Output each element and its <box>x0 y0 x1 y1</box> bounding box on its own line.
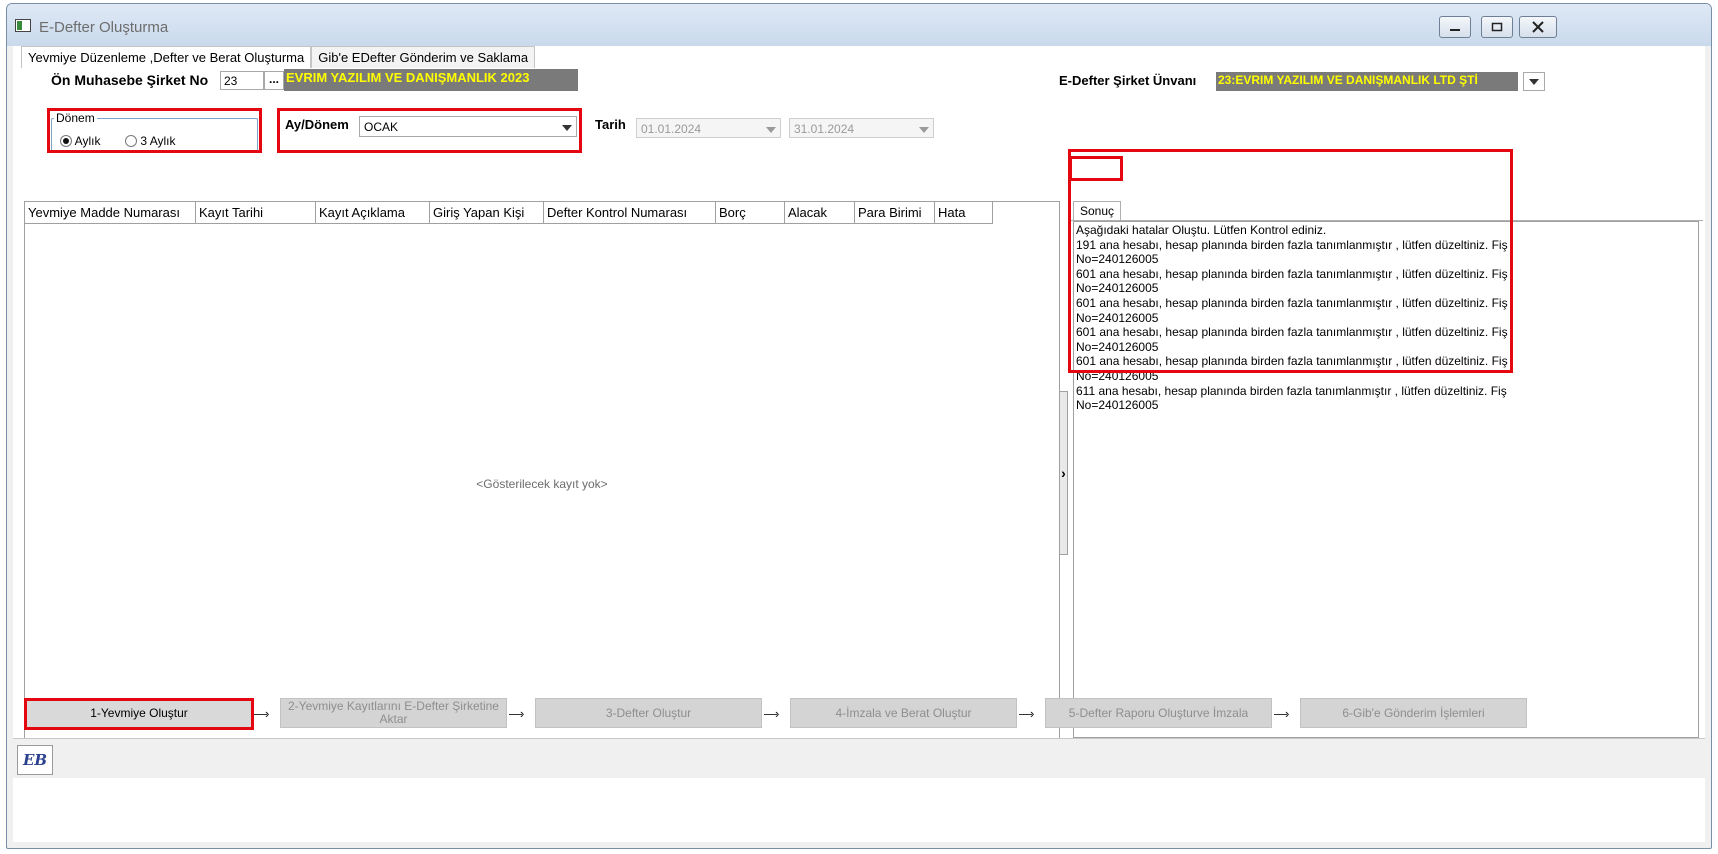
arrow-right-icon: —› <box>764 706 779 721</box>
grid-header: Yevmiye Madde Numarası Kayıt Tarihi Kayı… <box>25 202 993 224</box>
arrow-right-icon: —› <box>1019 706 1034 721</box>
app-window: E-Defter Oluşturma Yevmiye Düzenleme ,De… <box>6 3 1712 849</box>
edefter-company-select[interactable]: 23:EVRIM YAZILIM VE DANIŞMANLIK LTD ŞTİ <box>1216 72 1518 91</box>
window-title: E-Defter Oluşturma <box>39 19 169 36</box>
close-button[interactable] <box>1519 16 1557 38</box>
chevron-down-icon <box>766 127 776 133</box>
company-name-display: EVRIM YAZILIM VE DANIŞMANLIK 2023 <box>284 69 578 91</box>
title-bar: E-Defter Oluşturma <box>7 4 1711 46</box>
minimize-icon <box>1450 29 1460 31</box>
edefter-company-label: E-Defter Şirket Ünvanı <box>1059 73 1197 88</box>
status-bar: EB <box>13 738 1705 778</box>
highlight-period <box>47 108 262 153</box>
col-kayit-aciklama[interactable]: Kayıt Açıklama <box>316 202 430 224</box>
highlight-step-1 <box>24 698 254 730</box>
step-defter-olustur[interactable]: 3-Defter Oluştur <box>535 698 762 728</box>
date-from-picker[interactable]: 01.01.2024 <box>636 118 781 138</box>
tab-yevmiye[interactable]: Yevmiye Düzenleme ,Defter ve Berat Oluşt… <box>21 46 312 68</box>
col-giris-yapan[interactable]: Giriş Yapan Kişi <box>430 202 544 224</box>
chevron-down-icon <box>919 127 929 133</box>
main-tabs: Yevmiye Düzenleme ,Defter ve Berat Oluşt… <box>21 46 536 68</box>
step-defter-raporu[interactable]: 5-Defter Raporu Oluşturve İmzala <box>1045 698 1272 728</box>
col-para-birimi[interactable]: Para Birimi <box>855 202 935 224</box>
company-browse-button[interactable]: ... <box>264 71 284 90</box>
arrow-right-icon: —› <box>509 706 524 721</box>
arrow-right-icon: —› <box>254 706 269 721</box>
highlight-sonuc-tab <box>1069 156 1123 181</box>
result-line: No=240126005 <box>1076 398 1159 413</box>
col-borc[interactable]: Borç <box>716 202 785 224</box>
tab-gib[interactable]: Gib'e EDefter Gönderim ve Saklama <box>311 46 536 68</box>
arrow-right-icon: —› <box>1274 706 1289 721</box>
col-madde-no[interactable]: Yevmiye Madde Numarası <box>25 202 196 224</box>
result-line: 611 ana hesabı, hesap planında birden fa… <box>1076 383 1507 398</box>
highlight-ay-donem <box>277 108 582 153</box>
app-icon <box>15 19 31 32</box>
empty-message: <Gösterilecek kayıt yok> <box>476 477 608 491</box>
client-area: Yevmiye Düzenleme ,Defter ve Berat Oluşt… <box>13 46 1705 842</box>
tarih-label: Tarih <box>595 117 626 132</box>
col-defter-kontrol[interactable]: Defter Kontrol Numarası <box>544 202 716 224</box>
eb-logo-icon[interactable]: EB <box>17 745 53 775</box>
step-imzala-berat[interactable]: 4-İmzala ve Berat Oluştur <box>790 698 1017 728</box>
company-no-label: Ön Muhasebe Şirket No <box>51 72 209 88</box>
highlight-result <box>1068 149 1513 373</box>
panel-splitter[interactable]: › <box>1059 391 1068 555</box>
company-no-field[interactable]: 23 <box>220 71 264 90</box>
maximize-button[interactable] <box>1481 16 1513 38</box>
restore-icon <box>1491 22 1503 32</box>
col-kayit-tarihi[interactable]: Kayıt Tarihi <box>196 202 316 224</box>
step-yevmiye-aktar[interactable]: 2-Yevmiye Kayıtlarını E-Defter Şirketine… <box>280 698 507 728</box>
minimize-button[interactable] <box>1439 16 1471 38</box>
step-gib-gonderim[interactable]: 6-Gib'e Gönderim İşlemleri <box>1300 698 1527 728</box>
journal-grid[interactable]: Yevmiye Madde Numarası Kayıt Tarihi Kayı… <box>24 201 1060 742</box>
edefter-company-dropdown[interactable] <box>1523 72 1545 91</box>
close-icon <box>1532 21 1544 33</box>
col-alacak[interactable]: Alacak <box>785 202 855 224</box>
col-hata[interactable]: Hata <box>935 202 993 224</box>
date-to-picker[interactable]: 31.01.2024 <box>789 118 934 138</box>
chevron-right-icon: › <box>1061 465 1066 481</box>
chevron-down-icon <box>1529 79 1539 85</box>
